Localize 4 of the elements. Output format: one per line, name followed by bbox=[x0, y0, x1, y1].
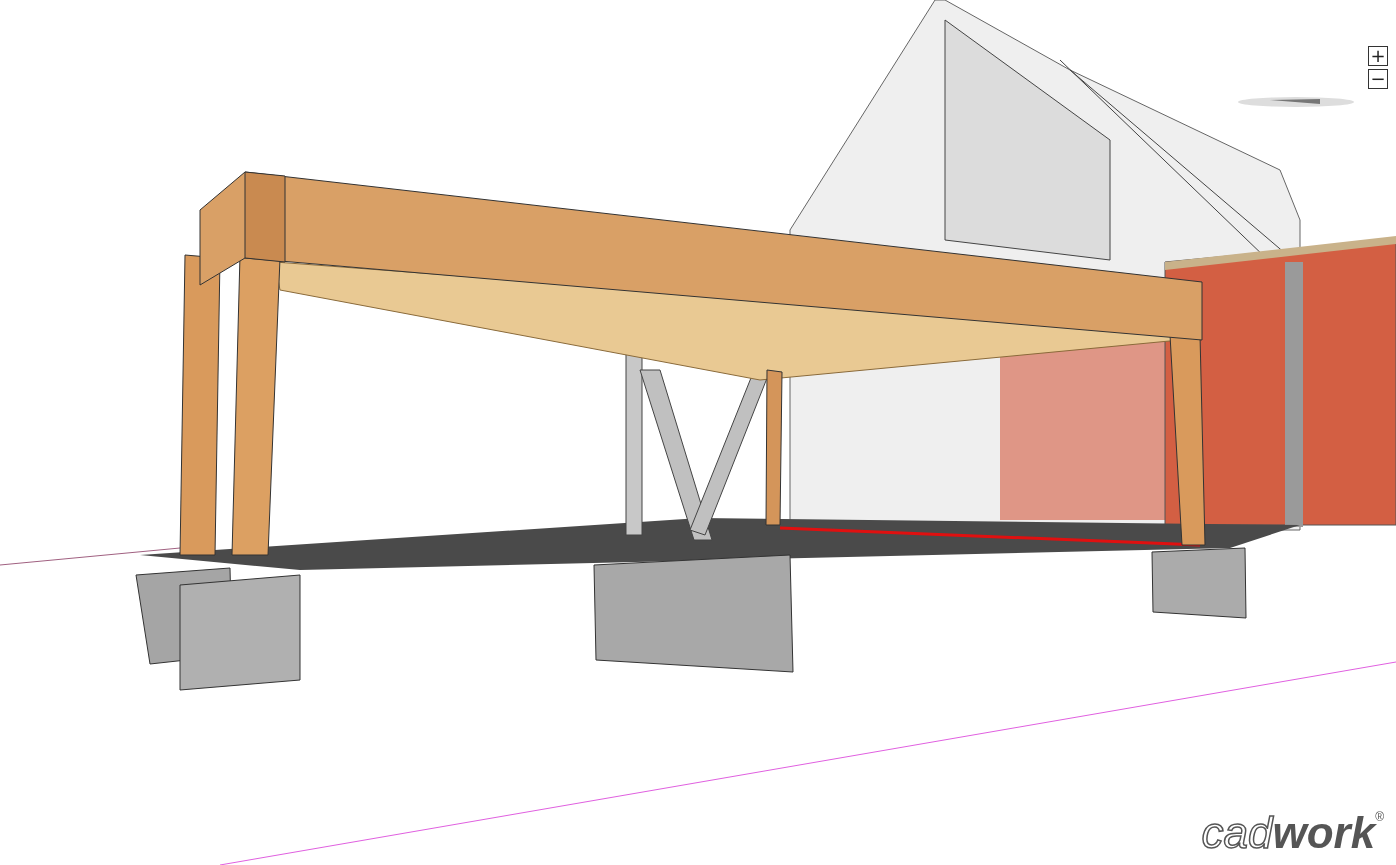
viewport-canvas[interactable]: + − cadwork$^{®}$ bbox=[0, 0, 1396, 865]
zoom-in-button[interactable]: + bbox=[1368, 46, 1388, 66]
logo: cadwork$^{®}$ bbox=[1201, 811, 1384, 855]
zoom-out-button[interactable]: − bbox=[1368, 69, 1388, 89]
